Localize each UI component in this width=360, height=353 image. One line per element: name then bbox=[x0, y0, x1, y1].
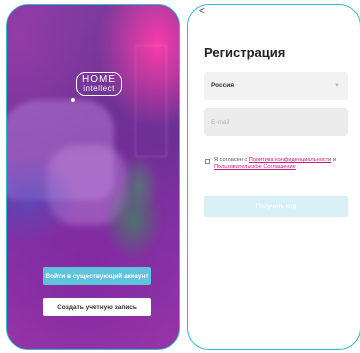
page-title: Регистрация bbox=[204, 45, 286, 60]
country-select[interactable]: Россия ▼ bbox=[204, 72, 348, 100]
home-intellect-logo: HOME intellect bbox=[76, 72, 122, 96]
get-code-button[interactable]: Получить код bbox=[204, 196, 348, 217]
chevron-down-icon: ▼ bbox=[334, 83, 340, 89]
create-account-button[interactable]: Создать учетную запись bbox=[43, 298, 151, 316]
country-select-value: Россия bbox=[211, 82, 235, 89]
logo-dot bbox=[71, 98, 75, 102]
privacy-policy-link[interactable]: Политика конфиденциальности bbox=[249, 157, 332, 163]
chevron-left-icon[interactable]: < bbox=[199, 7, 205, 17]
consent-middle: и bbox=[331, 157, 336, 163]
registration-screen: < Регистрация Россия ▼ Я согласен с Поли… bbox=[187, 4, 360, 350]
logo-line-intellect: intellect bbox=[83, 84, 115, 93]
email-field[interactable] bbox=[204, 108, 348, 136]
login-existing-account-button[interactable]: Войти в существующий аккаунт bbox=[43, 267, 151, 285]
consent-checkbox[interactable] bbox=[205, 159, 210, 164]
welcome-screen: HOME intellect Войти в существующий акка… bbox=[6, 4, 180, 350]
consent-prefix: Я согласен с bbox=[214, 157, 249, 163]
consent-text: Я согласен с Политика конфиденциальности… bbox=[214, 157, 346, 171]
user-agreement-link[interactable]: Пользовательское Соглашение bbox=[214, 164, 296, 170]
